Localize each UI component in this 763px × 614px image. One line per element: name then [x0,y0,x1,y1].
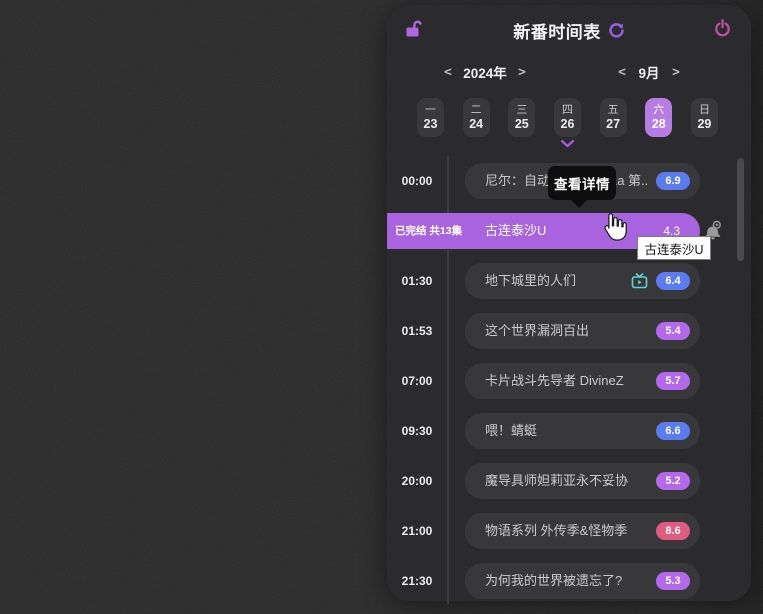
rating-badge: 6.9 [656,172,690,190]
year-label: 2024年 [463,62,507,82]
schedule-row: 01:53 这个世界漏洞百出 5.4 [387,313,751,349]
day-button-29[interactable]: 日 29 [691,98,718,137]
day-button-26-today[interactable]: 四 26 [554,98,581,137]
show-item[interactable]: 物语系列 外传季&怪物季 8.6 [465,513,700,549]
month-prev-button[interactable]: < [616,65,628,80]
schedule-row: 07:00 卡片战斗先导者 DivineZ 5.7 [387,363,751,399]
time-label: 07:00 [387,363,447,399]
show-item[interactable]: 地下城里的人们 6.4 [465,263,700,299]
time-label: 20:00 [387,463,447,499]
show-title: 物语系列 外传季&怪物季 [485,513,627,549]
rating-badge: 8.6 [656,522,690,540]
rating-badge: 5.7 [656,372,690,390]
day-button-24[interactable]: 二 24 [463,98,490,137]
month-selector: < 9月 > [616,59,682,85]
time-label: 01:30 [387,263,447,299]
show-title: 喂！蜻蜓 [485,413,537,449]
page-title: 新番时间表 [513,18,601,43]
year-prev-button[interactable]: < [442,65,454,80]
day-button-23[interactable]: 一 23 [417,98,444,137]
day-selector-row: 一 23 二 24 三 25 四 26 五 27 六 28 日 29 [417,98,718,137]
show-title: 这个世界漏洞百出 [485,313,589,349]
rating-badge: 6.6 [656,422,690,440]
schedule-widget-panel: 新番时间表 < 2024年 > < 9月 > 一 23 二 24 [387,5,751,601]
rating-badge: 5.2 [656,472,690,490]
schedule-row: 21:30 为何我的世界被遗忘了? 5.3 [387,563,751,599]
time-label: 09:30 [387,413,447,449]
power-icon [714,19,731,37]
power-button[interactable] [714,19,731,37]
schedule-row: 01:30 地下城里的人们 6.4 [387,263,751,299]
month-next-button[interactable]: > [670,65,682,80]
show-title: 魔导具师妲莉亚永不妥协 [485,463,628,499]
hover-title-tooltip: 古连泰沙U [637,236,711,260]
year-next-button[interactable]: > [516,65,528,80]
day-button-28-selected[interactable]: 六 28 [645,98,672,137]
day-button-25[interactable]: 三 25 [508,98,535,137]
scrollbar-thumb[interactable] [737,158,744,261]
today-indicator-chevron-down-icon [560,139,575,148]
tv-broadcast-icon [631,273,648,289]
rating-badge: 6.4 [656,272,690,290]
schedule-row: 21:00 物语系列 外传季&怪物季 8.6 [387,513,751,549]
show-item[interactable]: 为何我的世界被遗忘了? 5.3 [465,563,700,599]
schedule-row: 20:00 魔导具师妲莉亚永不妥协 5.2 [387,463,751,499]
show-item[interactable]: 卡片战斗先导者 DivineZ 5.7 [465,363,700,399]
show-item[interactable]: 这个世界漏洞百出 5.4 [465,313,700,349]
show-item[interactable]: 魔导具师妲莉亚永不妥协 5.2 [465,463,700,499]
show-item[interactable]: 喂！蜻蜓 6.6 [465,413,700,449]
day-button-27[interactable]: 五 27 [600,98,627,137]
show-title: 为何我的世界被遗忘了? [485,563,622,599]
schedule-row: 09:30 喂！蜻蜓 6.6 [387,413,751,449]
time-label: 21:00 [387,513,447,549]
rating-badge: 5.4 [656,322,690,340]
show-title: 卡片战斗先导者 DivineZ [485,363,624,399]
refresh-button[interactable] [608,22,625,39]
view-details-tooltip: 查看详情 [548,166,616,200]
month-label: 9月 [638,62,659,82]
rating-badge: 5.3 [656,572,690,590]
time-label: 21:30 [387,563,447,599]
show-title: 古连泰沙U [485,213,546,249]
time-label: 01:53 [387,313,447,349]
year-selector: < 2024年 > [442,59,528,85]
refresh-icon [608,22,625,39]
time-label: 00:00 [387,163,447,199]
completion-status: 已完结 共13集 [395,213,462,249]
titlebar: 新番时间表 [387,18,751,43]
show-title: 地下城里的人们 [485,263,576,299]
